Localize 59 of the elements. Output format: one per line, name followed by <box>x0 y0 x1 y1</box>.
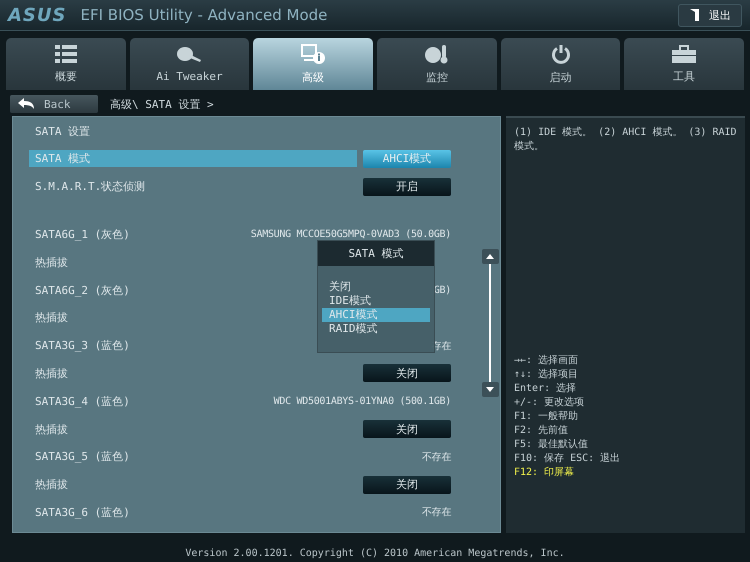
setting-label[interactable]: S.M.A.R.T.状态侦测 <box>29 178 152 196</box>
tab[interactable]: 工具 <box>624 38 744 90</box>
help-text: (1) IDE 模式。 (2) AHCI 模式。 (3) RAID 模式。 <box>514 126 737 154</box>
option-button[interactable]: 关闭 <box>363 364 451 382</box>
list-icon <box>54 44 77 62</box>
up-arrow-icon <box>486 254 494 259</box>
exit-button[interactable]: 退出 <box>678 4 742 26</box>
setting-value: SAMSUNG MCCOE50G5MPQ-0VAD3 (50.0GB) <box>250 228 451 240</box>
key-hint: F10: 保存 ESC: 退出 <box>514 452 622 466</box>
key-hint: F1: 一般帮助 <box>514 410 580 424</box>
setting-label: SATA3G_5 (蓝色) <box>34 449 131 466</box>
tab[interactable]: 监控 <box>377 38 497 90</box>
setting-value: 不存在 <box>422 506 451 520</box>
brand-logo: ASUS <box>8 4 66 26</box>
setting-label: SATA3G_3 (蓝色) <box>34 338 131 354</box>
setting-label[interactable]: 热插拔 <box>29 309 74 326</box>
key-hint: F12: 印屏幕 <box>514 466 576 480</box>
key-hint: Enter: 选择 <box>514 382 578 396</box>
option-button[interactable]: 关闭 <box>363 420 451 438</box>
popup-title: SATA 模式 <box>318 241 434 266</box>
plug-icon <box>176 46 202 64</box>
power-icon <box>550 44 571 64</box>
setting-label[interactable]: 热插拔 <box>29 420 74 438</box>
tab[interactable]: Ai Tweaker <box>130 38 250 90</box>
tab[interactable]: 高级 <box>253 38 374 90</box>
back-arrow-icon <box>18 98 34 110</box>
key-hint: F2: 先前值 <box>514 424 570 438</box>
scroll-up-button[interactable] <box>482 249 498 264</box>
key-hint: +/-: 更改选项 <box>514 396 586 410</box>
breadcrumb: 高级\ SATA 设置 > <box>110 96 214 112</box>
key-hint: ↑↓: 选择项目 <box>514 368 580 382</box>
monitor-info-icon <box>301 44 326 64</box>
setting-label: SATA3G_4 (蓝色) <box>34 394 131 410</box>
option-button[interactable]: 开启 <box>363 178 451 196</box>
option-button[interactable]: 关闭 <box>363 476 451 494</box>
section-title: SATA 设置 <box>34 124 92 140</box>
setting-label: SATA6G_1 (灰色) <box>34 226 131 243</box>
tab[interactable]: 启动 <box>500 38 620 90</box>
window-title: EFI BIOS Utility - Advanced Mode <box>80 6 328 24</box>
dropdown-option[interactable]: RAID模式 <box>322 322 430 336</box>
setting-label[interactable]: 热插拔 <box>29 476 74 494</box>
setting-label[interactable]: 热插拔 <box>29 254 74 271</box>
key-hint: F5: 最佳默认值 <box>514 438 590 452</box>
setting-value: WDC WD5001ABYS-01YNA0 (500.1GB) <box>274 396 451 407</box>
scroll-down-button[interactable] <box>482 382 498 397</box>
setting-value: 不存在 <box>422 450 451 464</box>
version-text: Version 2.00.1201. Copyright (C) 2010 American Megatrends, Inc. <box>185 548 565 558</box>
dropdown-option[interactable]: 关闭 <box>322 280 430 294</box>
setting-label: SATA6G_2 (灰色) <box>34 282 131 299</box>
thermometer-icon <box>424 44 449 64</box>
key-hint: →←: 选择画面 <box>514 354 580 368</box>
setting-label: SATA3G_6 (蓝色) <box>34 504 131 521</box>
tab[interactable]: 概要 <box>6 38 126 90</box>
back-button[interactable]: Back <box>10 95 98 113</box>
setting-label[interactable]: 热插拔 <box>29 364 74 382</box>
down-arrow-icon <box>486 387 494 392</box>
toolbox-icon <box>672 44 696 62</box>
dropdown-option[interactable]: IDE模式 <box>322 294 430 308</box>
door-icon <box>689 8 701 22</box>
